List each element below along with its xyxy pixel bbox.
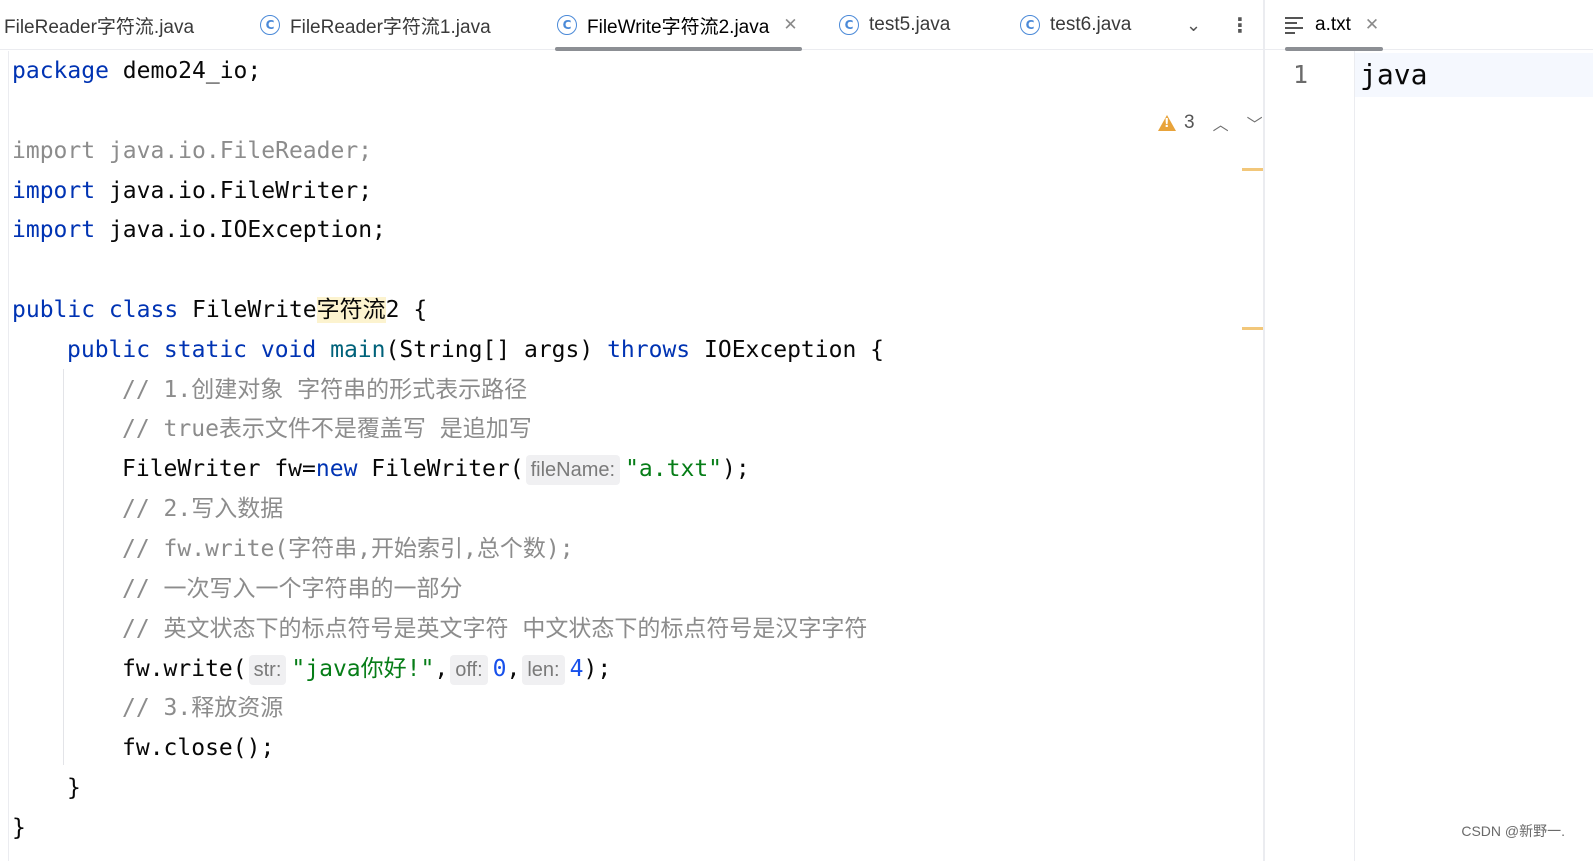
tab-filereader1[interactable]: C FileReader字符流1.java	[260, 0, 491, 50]
code-editor[interactable]: 3 ︿ ﹀ package demo24_io; import java.io.…	[0, 51, 1263, 861]
more-vertical-icon[interactable]: ⋮	[1230, 0, 1250, 50]
warning-count: 3	[1184, 112, 1195, 133]
close-icon[interactable]: ✕	[783, 15, 797, 35]
parameter-hint: len:	[522, 655, 565, 685]
line-number-gutter	[1265, 51, 1355, 861]
code-comment: // 2.写入数据	[122, 496, 284, 522]
tab-label: FileReader字符流.java	[4, 16, 195, 38]
code-comment: // 英文状态下的标点符号是英文字符 中文状态下的标点符号是汉字字符	[122, 616, 868, 642]
preview-tab-bar: a.txt ✕	[1265, 0, 1593, 51]
tab-a-txt[interactable]: a.txt ✕	[1285, 0, 1384, 51]
warning-icon	[1158, 115, 1176, 131]
code-line: }	[67, 775, 81, 801]
code-line: }	[12, 815, 26, 841]
tab-label: FileWrite字符流2.java	[587, 16, 770, 38]
code-line: FileWriter fw=new FileWriter(fileName: "a…	[122, 451, 750, 487]
tab-filewrite2[interactable]: C FileWrite字符流2.java ✕	[555, 0, 802, 51]
code-comment: // 1.创建对象 字符串的形式表示路径	[122, 377, 528, 403]
editor-tab-bar: FileReader字符流.java C FileReader字符流1.java…	[0, 0, 1263, 51]
java-class-icon: C	[557, 15, 577, 35]
code-comment: // fw.write(字符串,开始索引,总个数);	[122, 536, 574, 562]
java-class-icon: C	[1020, 15, 1040, 35]
tab-label: a.txt	[1315, 14, 1351, 35]
code-line: fw.write(str: "java你好!", off: 0, len: 4);	[122, 651, 611, 687]
parameter-hint: off:	[450, 655, 488, 685]
chevron-down-icon[interactable]: ﹀	[1247, 111, 1263, 135]
tab-label: test6.java	[1050, 14, 1132, 35]
tab-test6[interactable]: C test6.java	[1020, 0, 1131, 50]
code-line: import java.io.FileReader;	[12, 138, 373, 164]
code-comment: // true表示文件不是覆盖写 是追加写	[122, 416, 532, 442]
tab-label: test5.java	[869, 14, 951, 35]
warning-stripe-marker[interactable]	[1242, 168, 1263, 171]
tab-label: FileReader字符流1.java	[290, 16, 491, 38]
code-line: fw.close();	[122, 735, 275, 761]
code-line: public static void main(String[] args) t…	[67, 337, 885, 363]
code-line: import java.io.IOException;	[12, 217, 386, 243]
parameter-hint: fileName:	[525, 455, 621, 485]
text-file-editor[interactable]: 1 java	[1265, 51, 1593, 861]
tab-test5[interactable]: C test5.java	[839, 0, 950, 50]
code-comment: // 一次写入一个字符串的一部分	[122, 576, 463, 602]
java-class-icon: C	[260, 15, 280, 35]
java-class-icon: C	[839, 15, 859, 35]
close-icon[interactable]: ✕	[1365, 15, 1379, 35]
highlighted-identifier: 字符流	[316, 297, 386, 323]
code-line: package demo24_io;	[12, 58, 262, 84]
indent-guide	[63, 369, 64, 765]
chevron-down-icon[interactable]: ⌄	[1186, 0, 1201, 50]
chevron-up-icon[interactable]: ︿	[1213, 111, 1229, 135]
text-file-icon	[1285, 16, 1303, 34]
line-number: 1	[1293, 60, 1309, 89]
code-comment: // 3.释放资源	[122, 695, 284, 721]
parameter-hint: str:	[248, 655, 287, 685]
code-line: public class FileWrite字符流2 {	[12, 297, 428, 323]
inspection-widget[interactable]: 3 ︿ ﹀	[1158, 111, 1263, 135]
file-content-line: java	[1360, 58, 1428, 91]
watermark: CSDN @新野一.	[1461, 823, 1565, 839]
tab-filereader[interactable]: FileReader字符流.java	[4, 0, 194, 50]
warning-stripe-marker[interactable]	[1242, 327, 1263, 330]
code-line: import java.io.FileWriter;	[12, 178, 373, 204]
